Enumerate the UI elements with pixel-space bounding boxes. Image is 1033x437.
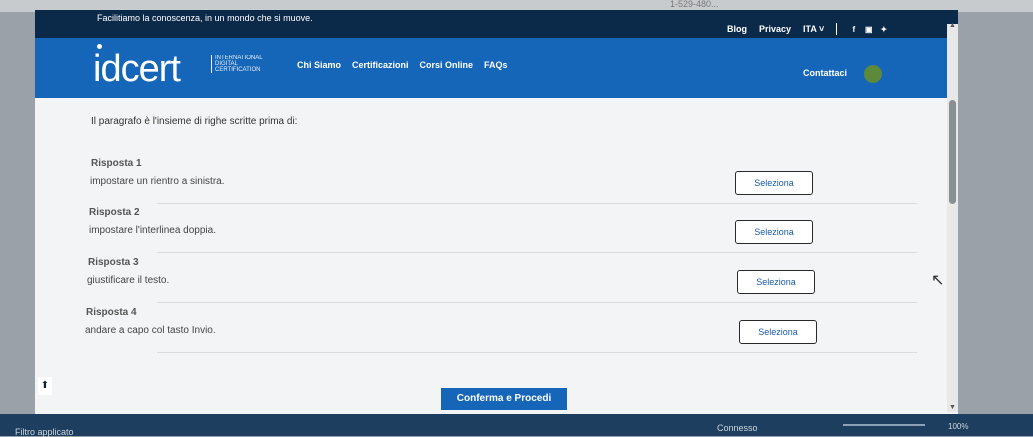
divider xyxy=(157,302,917,303)
scroll-to-top-button[interactable]: ⬆ xyxy=(38,377,52,395)
divider xyxy=(157,203,917,204)
answer-text: giustificare il testo. xyxy=(87,275,170,286)
select-answer-4-button[interactable]: Seleziona xyxy=(739,320,817,344)
answer-title: Risposta 4 xyxy=(86,307,137,318)
privacy-link[interactable]: Privacy xyxy=(759,24,791,34)
divider xyxy=(836,23,838,35)
nav-chi-siamo[interactable]: Chi Siamo xyxy=(297,60,341,70)
tagline: Facilitiamo la conoscenza, in un mondo c… xyxy=(97,13,313,23)
nav-faqs[interactable]: FAQs xyxy=(484,60,508,70)
confirm-proceed-button[interactable]: Conferma e Procedi xyxy=(441,388,567,410)
question-text: Il paragrafo è l'insieme di righe scritt… xyxy=(91,116,298,127)
answer-3: Risposta 3 giustificare il testo. Selezi… xyxy=(87,257,917,303)
zoom-slider[interactable] xyxy=(843,424,925,426)
select-answer-2-button[interactable]: Seleziona xyxy=(735,220,813,244)
status-bar: Filtro applicato Connesso 100% xyxy=(0,414,1033,437)
mouse-cursor-icon: ↖ xyxy=(931,272,945,289)
contact-link[interactable]: Contattaci xyxy=(803,68,847,78)
blog-link[interactable]: Blog xyxy=(727,24,747,34)
logo-subtitle: INTERNATIONAL DIGITAL CERTIFICATION xyxy=(211,55,263,73)
zoom-level: 100% xyxy=(948,422,969,431)
answer-text: andare a capo col tasto Invio. xyxy=(85,325,216,336)
divider xyxy=(157,252,917,253)
answer-text: impostare un rientro a sinistra. xyxy=(90,176,225,187)
logo[interactable]: idcert xyxy=(93,48,181,91)
scroll-up-arrow-icon[interactable]: ▲ xyxy=(949,22,956,29)
top-bar: Facilitiamo la conoscenza, in un mondo c… xyxy=(35,10,958,38)
answer-title: Risposta 1 xyxy=(91,158,142,169)
scrollbar-thumb[interactable] xyxy=(949,100,956,204)
answer-title: Risposta 2 xyxy=(89,207,140,218)
answer-text: impostare l'interlinea doppia. xyxy=(89,225,216,236)
main-nav: idcert INTERNATIONAL DIGITAL CERTIFICATI… xyxy=(35,38,958,98)
chevron-down-icon: ˅ xyxy=(819,24,825,34)
connection-status: Connesso xyxy=(717,423,758,433)
answer-4: Risposta 4 andare a capo col tasto Invio… xyxy=(85,307,917,353)
select-answer-1-button[interactable]: Seleziona xyxy=(735,171,813,195)
language-label: ITA xyxy=(803,24,817,34)
nav-menu: Chi Siamo Certificazioni Corsi Online FA… xyxy=(297,60,508,70)
scrollbar[interactable]: ▲ ▼ xyxy=(947,22,958,412)
top-links: Blog Privacy ITA ˅ f ▣ ✦ xyxy=(727,23,888,35)
social-icons: f ▣ ✦ xyxy=(849,25,888,34)
select-answer-3-button[interactable]: Seleziona xyxy=(737,270,815,294)
language-select[interactable]: ITA ˅ xyxy=(803,24,824,34)
scroll-down-arrow-icon[interactable]: ▼ xyxy=(949,404,956,411)
logo-sub-3: CERTIFICATION xyxy=(215,67,261,73)
browser-toolbar: 1-529-480... xyxy=(560,0,990,10)
nav-certificazioni[interactable]: Certificazioni xyxy=(352,60,409,70)
linkedin-icon[interactable]: ▣ xyxy=(864,25,873,34)
twitter-icon[interactable]: ✦ xyxy=(879,25,888,34)
answer-1: Risposta 1 impostare un rientro a sinist… xyxy=(87,158,917,204)
answer-title: Risposta 3 xyxy=(88,257,139,268)
nav-corsi-online[interactable]: Corsi Online xyxy=(420,60,474,70)
page-viewport: Facilitiamo la conoscenza, in un mondo c… xyxy=(35,10,958,414)
answer-2: Risposta 2 impostare l'interlinea doppia… xyxy=(87,207,917,253)
divider xyxy=(157,352,917,353)
facebook-icon[interactable]: f xyxy=(849,25,858,34)
user-avatar-icon[interactable] xyxy=(864,65,882,83)
browser-url-text: 1-529-480... xyxy=(670,0,719,9)
